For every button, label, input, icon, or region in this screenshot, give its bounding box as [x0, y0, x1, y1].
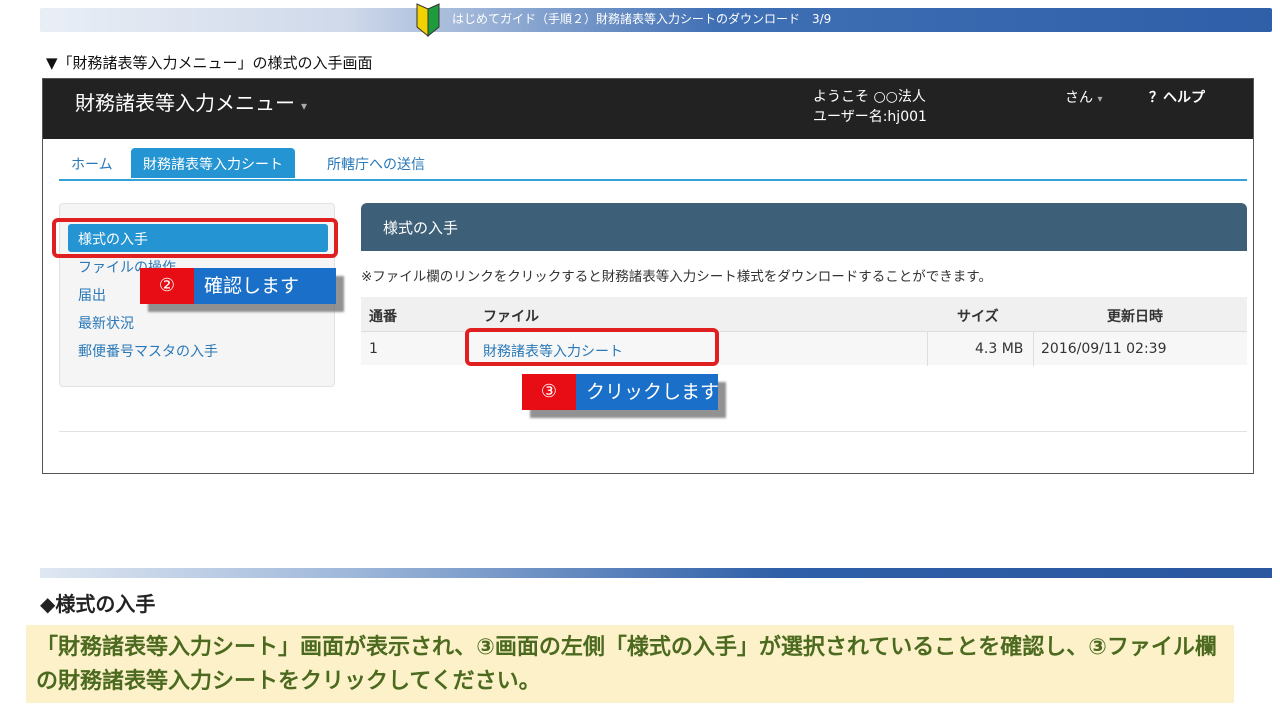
welcome-text: ようこそ ○○法人 ユーザー名:hj001 — [813, 87, 927, 127]
chevron-down-icon: ▾ — [1097, 94, 1103, 105]
beginner-mark-icon — [416, 3, 440, 37]
banner-title: はじめてガイド（手順２）財務諸表等入力シートのダウンロード 3/9 — [452, 12, 832, 26]
sidebar-item-postal[interactable]: 郵便番号マスタの入手 — [68, 336, 328, 364]
user-label: さん — [1065, 90, 1093, 106]
instruction-text: 「財務諸表等入力シート」画面が表示され、③画面の左側「様式の入手」が選択されてい… — [26, 625, 1234, 703]
section-title: ◆様式の入手 — [40, 592, 156, 616]
callout-text: 確認します — [194, 268, 336, 304]
welcome-line: ようこそ ○○法人 — [813, 89, 926, 105]
row-number: 1 — [369, 341, 378, 357]
col-size: サイズ — [957, 309, 999, 325]
callout-click: ③ クリックします — [522, 374, 719, 410]
download-note: ※ファイル欄のリンクをクリックすると財務諸表等入力シート様式をダウンロードするこ… — [361, 269, 992, 285]
username-line: ユーザー名:hj001 — [813, 109, 927, 125]
column-divider — [1033, 332, 1034, 366]
navbar: 財務諸表等入力メニュー ▾ ようこそ ○○法人 ユーザー名:hj001 さん ▾ … — [43, 79, 1253, 139]
brand-label: 財務諸表等入力メニュー — [75, 91, 295, 115]
col-number: 通番 — [369, 309, 397, 325]
tab-home[interactable]: ホーム — [59, 148, 125, 178]
col-updated: 更新日時 — [1107, 309, 1163, 325]
table-header: 通番 ファイル サイズ 更新日時 — [361, 297, 1247, 331]
callout-number: ② — [140, 268, 194, 304]
panel-header: 様式の入手 — [361, 203, 1247, 251]
sidebar-item-status[interactable]: 最新状況 — [68, 308, 328, 336]
user-menu[interactable]: さん ▾ — [1065, 87, 1102, 107]
row-updated: 2016/09/11 02:39 — [1041, 341, 1167, 357]
panel-title: 様式の入手 — [383, 219, 459, 237]
screen-caption: ▼「財務諸表等入力メニュー」の様式の入手画面 — [46, 54, 373, 72]
callout-text: クリックします — [576, 374, 719, 410]
row-size: 4.3 MB — [975, 341, 1024, 357]
help-link[interactable]: ？ヘルプ — [1149, 87, 1205, 107]
footer-divider — [59, 431, 1247, 432]
main-tabs: ホーム 財務諸表等入力シート 所轄庁への送信 — [59, 145, 1247, 181]
tab-input-sheet[interactable]: 財務諸表等入力シート — [131, 148, 295, 178]
tab-submit[interactable]: 所轄庁への送信 — [315, 148, 437, 178]
highlight-forms-box — [52, 218, 338, 258]
callout-number: ③ — [522, 374, 576, 410]
column-divider — [927, 332, 928, 366]
section-divider — [40, 568, 1272, 578]
chevron-down-icon: ▾ — [301, 99, 308, 113]
col-file: ファイル — [483, 309, 539, 325]
callout-confirm: ② 確認します — [140, 268, 336, 304]
brand-menu[interactable]: 財務諸表等入力メニュー ▾ — [75, 87, 307, 116]
highlight-file-box — [465, 328, 719, 366]
